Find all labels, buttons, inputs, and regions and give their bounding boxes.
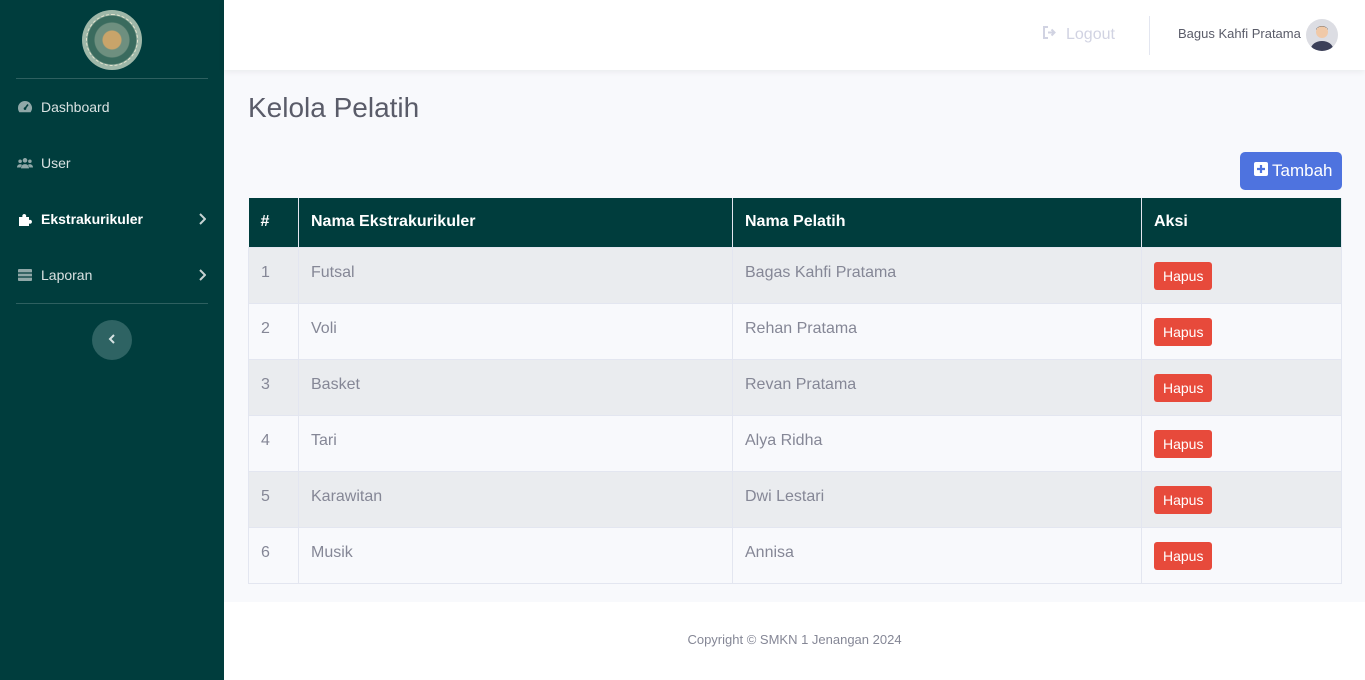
table-header-row: # Nama Ekstrakurikuler Nama Pelatih Aksi	[248, 198, 1342, 247]
coach-name: Rehan Pratama	[732, 302, 1142, 360]
sidebar-item-label: Ekstrakurikuler	[41, 211, 143, 227]
add-button[interactable]: Tambah	[1240, 152, 1342, 190]
extracurricular-name: Tari	[298, 414, 733, 472]
delete-button[interactable]: Hapus	[1154, 429, 1213, 458]
header-number: #	[248, 198, 299, 247]
sidebar-item-laporan[interactable]: Laporan	[0, 247, 224, 303]
topbar: Logout Bagus Kahfi Pratama	[224, 0, 1365, 70]
sidebar-divider	[16, 303, 208, 304]
chevron-left-icon	[108, 331, 116, 349]
row-number: 3	[248, 358, 299, 416]
action-cell: Hapus	[1141, 358, 1342, 416]
header-coach: Nama Pelatih	[732, 198, 1142, 247]
row-number: 5	[248, 470, 299, 528]
delete-button[interactable]: Hapus	[1154, 541, 1213, 570]
coach-name: Annisa	[732, 526, 1142, 584]
row-number: 1	[248, 246, 299, 304]
action-cell: Hapus	[1141, 470, 1342, 528]
delete-button[interactable]: Hapus	[1154, 317, 1213, 346]
school-logo[interactable]	[82, 10, 142, 70]
topbar-divider	[1149, 16, 1150, 55]
page-title: Kelola Pelatih	[248, 92, 420, 123]
table-row: 3 Basket Revan Pratama Hapus	[248, 358, 1342, 416]
footer: Copyright © SMKN 1 Jenangan 2024	[224, 602, 1365, 680]
sign-out-icon	[1042, 26, 1066, 44]
sidebar-item-user[interactable]: User	[0, 135, 224, 191]
extracurricular-name: Basket	[298, 358, 733, 416]
row-number: 2	[248, 302, 299, 360]
plus-square-icon	[1254, 161, 1272, 181]
tachometer-icon	[17, 100, 33, 114]
row-number: 4	[248, 414, 299, 472]
coach-name: Dwi Lestari	[732, 470, 1142, 528]
sidebar-item-ekstrakurikuler[interactable]: Ekstrakurikuler	[0, 191, 224, 247]
logout-link[interactable]: Logout	[1042, 24, 1115, 46]
delete-button[interactable]: Hapus	[1154, 261, 1213, 290]
table-row: 4 Tari Alya Ridha Hapus	[248, 414, 1342, 472]
table-row: 5 Karawitan Dwi Lestari Hapus	[248, 470, 1342, 528]
table-row: 1 Futsal Bagas Kahfi Pratama Hapus	[248, 246, 1342, 304]
puzzle-icon	[17, 212, 33, 226]
user-name[interactable]: Bagus Kahfi Pratama	[1178, 26, 1301, 41]
delete-button[interactable]: Hapus	[1154, 485, 1213, 514]
header-action: Aksi	[1141, 198, 1342, 247]
sidebar-item-label: Dashboard	[41, 99, 110, 115]
extracurricular-name: Musik	[298, 526, 733, 584]
users-icon	[17, 156, 33, 170]
avatar[interactable]	[1306, 19, 1338, 51]
coach-name: Alya Ridha	[732, 414, 1142, 472]
extracurricular-name: Futsal	[298, 246, 733, 304]
extracurricular-name: Voli	[298, 302, 733, 360]
table-icon	[17, 268, 33, 282]
copyright-text: Copyright © SMKN 1 Jenangan 2024	[687, 632, 902, 647]
table-row: 2 Voli Rehan Pratama Hapus	[248, 302, 1342, 360]
header-extracurricular: Nama Ekstrakurikuler	[298, 198, 733, 247]
action-cell: Hapus	[1141, 526, 1342, 584]
action-cell: Hapus	[1141, 246, 1342, 304]
sidebar-item-label: User	[41, 155, 71, 171]
extracurricular-name: Karawitan	[298, 470, 733, 528]
coach-name: Revan Pratama	[732, 358, 1142, 416]
sidebar-item-dashboard[interactable]: Dashboard	[0, 79, 224, 135]
logout-label: Logout	[1066, 26, 1115, 43]
sidebar-toggle-button[interactable]	[92, 320, 132, 360]
sidebar: Dashboard User Ekstrakurikuler Laporan	[0, 0, 224, 680]
coach-table: # Nama Ekstrakurikuler Nama Pelatih Aksi…	[248, 198, 1342, 584]
delete-button[interactable]: Hapus	[1154, 373, 1213, 402]
table-row: 6 Musik Annisa Hapus	[248, 526, 1342, 584]
action-cell: Hapus	[1141, 302, 1342, 360]
chevron-right-icon	[198, 212, 207, 228]
action-cell: Hapus	[1141, 414, 1342, 472]
chevron-right-icon	[198, 268, 207, 284]
row-number: 6	[248, 526, 299, 584]
add-button-label: Tambah	[1272, 161, 1333, 180]
sidebar-item-label: Laporan	[41, 267, 93, 283]
coach-name: Bagas Kahfi Pratama	[732, 246, 1142, 304]
